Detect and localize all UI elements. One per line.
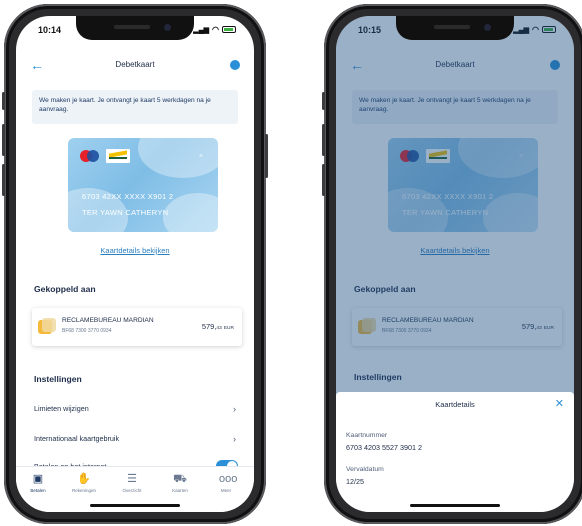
home-indicator[interactable] — [410, 504, 500, 507]
home-indicator[interactable] — [90, 504, 180, 507]
power-button — [265, 134, 268, 178]
tab-rekeningen[interactable]: ✋ Rekeningen — [64, 473, 104, 493]
status-time: 10:14 — [38, 25, 62, 35]
info-banner: We maken je kaart. Je ontvangt je kaart … — [32, 90, 238, 124]
account-name: RECLAMEBUREAU MARDIAN — [62, 317, 154, 324]
card-number-label: Kaartnummer — [346, 432, 388, 439]
signal-icon: ▂▄▆ — [193, 26, 210, 34]
document-icon: ☰ — [127, 473, 137, 485]
linked-heading: Gekoppeld aan — [34, 284, 96, 294]
card-number-value: 6703 4203 5527 3901 2 — [346, 443, 422, 452]
battery-icon — [222, 26, 236, 33]
mute-switch — [2, 92, 5, 110]
tab-label: Kaarten — [172, 488, 188, 493]
wallet-icon: ▣ — [32, 473, 44, 485]
settings-item-label: Limieten wijzigen — [34, 404, 89, 413]
page-title: Debetkaart — [115, 60, 155, 69]
card-number: 6703 42XX XXXX X901 2 — [82, 192, 174, 201]
bank-logo-icon — [106, 149, 130, 163]
settings-item-label: Internationaal kaartgebruik — [34, 434, 120, 443]
chevron-right-icon: › — [233, 404, 236, 414]
account-iban: BF68 7300 3770 0934 — [62, 328, 112, 334]
maestro-logo-icon — [80, 150, 100, 162]
tab-label: Betalen — [30, 488, 46, 493]
account-balance: 579,43 EUR — [201, 322, 234, 331]
chevron-right-icon: › — [233, 434, 236, 444]
settings-heading: Instellingen — [34, 374, 82, 384]
tab-kaarten[interactable]: ⛟ Kaarten — [160, 473, 200, 493]
card-holder: TER YAWN CATHERYN — [82, 208, 169, 217]
screen-left: 10:14 ▂▄▆ ◠ ← Debetkaart We maken je kaa… — [16, 16, 254, 512]
volume-up-button — [322, 124, 325, 156]
debit-card: ≋ 6703 42XX XXXX X901 2 TER YAWN CATHERY… — [68, 138, 218, 232]
expiry-label: Vervaldatum — [346, 466, 384, 473]
settings-item-limits[interactable]: Limieten wijzigen › — [34, 404, 236, 420]
card-details-link[interactable]: Kaartdetails bekijken — [16, 246, 254, 255]
contactless-icon: ≋ — [198, 153, 204, 159]
notch — [396, 16, 514, 40]
sheet-title: Kaartdetails — [435, 400, 475, 409]
screen-right: 10:15 ▂▄▆ ◠ ← Debetkaart We maken je kaa… — [336, 16, 574, 512]
settings-item-international[interactable]: Internationaal kaartgebruik › — [34, 434, 236, 450]
mute-switch — [322, 92, 325, 110]
top-bar: ← Debetkaart — [16, 58, 254, 76]
volume-down-button — [322, 164, 325, 196]
cart-icon: ⛟ — [173, 473, 187, 485]
stage: 10:14 ▂▄▆ ◠ ← Debetkaart We maken je kaa… — [0, 0, 582, 526]
volume-up-button — [2, 124, 5, 156]
volume-down-button — [2, 164, 5, 196]
card-details-sheet: Kaartdetails ✕ Kaartnummer 6703 4203 552… — [336, 392, 574, 512]
tab-label: Meer — [220, 488, 232, 493]
wifi-icon: ◠ — [212, 25, 219, 34]
tab-meer[interactable]: ooo Meer — [206, 473, 246, 493]
notch — [76, 16, 194, 40]
tab-label: Overzicht — [122, 488, 142, 493]
chat-icon[interactable] — [230, 60, 240, 70]
hand-icon: ✋ — [77, 473, 91, 485]
phone-right: 10:15 ▂▄▆ ◠ ← Debetkaart We maken je kaa… — [322, 4, 582, 524]
linked-account[interactable]: RECLAMEBUREAU MARDIAN BF68 7300 3770 093… — [32, 308, 242, 346]
status-icons: ▂▄▆ ◠ — [193, 25, 236, 34]
phone-left: 10:14 ▂▄▆ ◠ ← Debetkaart We maken je kaa… — [2, 4, 268, 524]
tab-bar: ▣ Betalen ✋ Rekeningen ☰ Overzicht ⛟ Kaa… — [16, 466, 254, 512]
tab-overzicht[interactable]: ☰ Overzicht — [112, 473, 152, 493]
close-icon[interactable]: ✕ — [555, 397, 564, 410]
tab-label: Rekeningen — [71, 488, 97, 493]
more-icon: ooo — [219, 473, 238, 485]
account-icon — [38, 318, 56, 334]
tab-betalen[interactable]: ▣ Betalen — [18, 473, 58, 493]
expiry-value: 12/25 — [346, 477, 364, 486]
